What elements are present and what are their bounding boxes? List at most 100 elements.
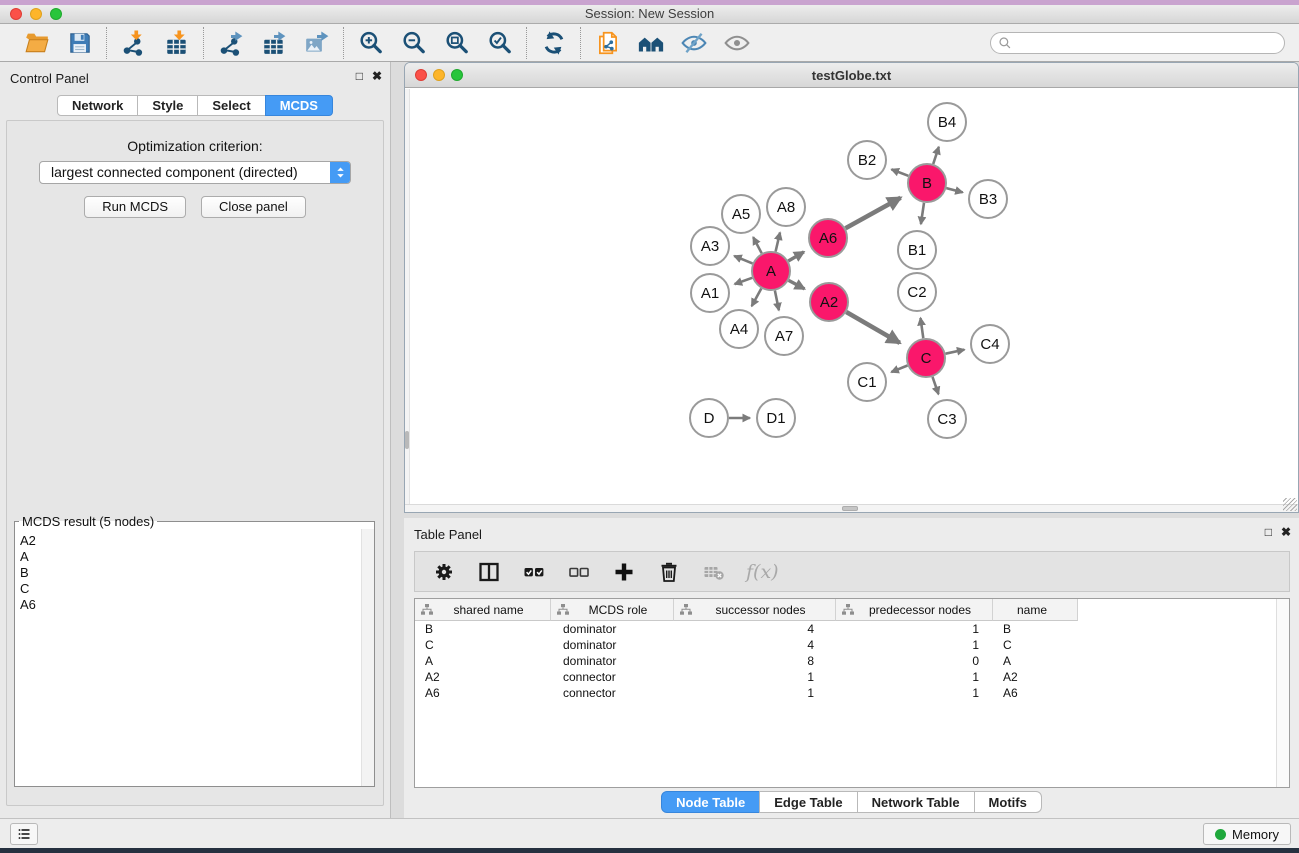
column-header-shared-name[interactable]: shared name xyxy=(415,599,551,621)
table-cell[interactable]: 1 xyxy=(674,685,836,701)
table-cell[interactable]: 0 xyxy=(836,653,993,669)
run-mcds-button[interactable]: Run MCDS xyxy=(84,196,186,218)
table-cell[interactable]: 1 xyxy=(836,685,993,701)
mcds-result-item[interactable]: B xyxy=(20,565,360,581)
edge-A-A6[interactable] xyxy=(788,252,804,261)
tab-node-table[interactable]: Node Table xyxy=(661,791,760,813)
table-cell[interactable]: 1 xyxy=(836,637,993,653)
table-cell[interactable]: A2 xyxy=(415,669,551,685)
import-table-button[interactable] xyxy=(163,29,190,56)
add-button[interactable] xyxy=(611,560,637,584)
edge-A-A1[interactable] xyxy=(735,278,753,284)
edge-A-A4[interactable] xyxy=(752,289,762,307)
deselect-all-button[interactable] xyxy=(566,560,592,584)
edge-A-A3[interactable] xyxy=(734,256,752,264)
column-header-predecessor-nodes[interactable]: predecessor nodes xyxy=(836,599,993,621)
edge-C-C3[interactable] xyxy=(933,377,939,394)
delete-table-button[interactable] xyxy=(701,560,727,584)
clone-network-button[interactable] xyxy=(594,29,621,56)
search-box[interactable] xyxy=(990,32,1285,54)
close-table-panel-icon[interactable]: ✖ xyxy=(1281,525,1291,539)
table-row[interactable]: A6connector11A6 xyxy=(415,685,1289,701)
table-row[interactable]: Bdominator41B xyxy=(415,621,1289,637)
table-cell[interactable]: 4 xyxy=(674,621,836,637)
edge-A-A7[interactable] xyxy=(775,291,779,311)
zoom-in-button[interactable] xyxy=(357,29,384,56)
result-scrollbar[interactable] xyxy=(361,529,374,786)
table-cell[interactable]: 1 xyxy=(836,669,993,685)
edge-A-A8[interactable] xyxy=(776,233,780,252)
close-panel-button[interactable]: Close panel xyxy=(201,196,306,218)
table-cell[interactable]: dominator xyxy=(551,637,674,653)
close-window-button[interactable] xyxy=(10,8,22,20)
tab-select[interactable]: Select xyxy=(197,95,265,116)
window-resize-grip[interactable] xyxy=(1283,498,1297,511)
table-cell[interactable]: A xyxy=(993,653,1078,669)
export-network-button[interactable] xyxy=(217,29,244,56)
table-cell[interactable]: 8 xyxy=(674,653,836,669)
maximize-window-button[interactable] xyxy=(50,8,62,20)
table-scrollbar[interactable] xyxy=(1276,599,1289,787)
table-row[interactable]: A2connector11A2 xyxy=(415,669,1289,685)
search-input[interactable] xyxy=(1012,36,1277,50)
edge-A6-B[interactable] xyxy=(846,198,901,229)
canvas-vertical-scrollbar[interactable] xyxy=(405,89,410,504)
save-session-button[interactable] xyxy=(66,29,93,56)
select-all-button[interactable] xyxy=(521,560,547,584)
table-cell[interactable]: A2 xyxy=(993,669,1078,685)
hide-graphics-details-button[interactable] xyxy=(723,29,750,56)
hscroll-thumb[interactable] xyxy=(842,506,858,511)
minimize-window-button[interactable] xyxy=(30,8,42,20)
edge-A-A2[interactable] xyxy=(789,280,805,289)
vscroll-thumb[interactable] xyxy=(405,431,409,449)
open-file-button[interactable] xyxy=(23,29,50,56)
column-header-name[interactable]: name xyxy=(993,599,1078,621)
table-cell[interactable]: 4 xyxy=(674,637,836,653)
trash-button[interactable] xyxy=(656,560,682,584)
table-cell[interactable]: connector xyxy=(551,669,674,685)
mcds-result-item[interactable]: A xyxy=(20,549,360,565)
column-header-successor-nodes[interactable]: successor nodes xyxy=(674,599,836,621)
first-neighbors-button[interactable] xyxy=(637,29,664,56)
refresh-button[interactable] xyxy=(540,29,567,56)
network-minimize-button[interactable] xyxy=(433,69,445,81)
float-table-panel-icon[interactable]: □ xyxy=(1265,525,1272,539)
task-history-button[interactable] xyxy=(10,823,38,845)
table-cell[interactable]: B xyxy=(415,621,551,637)
close-panel-icon[interactable]: ✖ xyxy=(372,69,382,83)
table-cell[interactable]: B xyxy=(993,621,1078,637)
network-close-button[interactable] xyxy=(415,69,427,81)
tab-network-table[interactable]: Network Table xyxy=(857,791,975,813)
table-cell[interactable]: C xyxy=(993,637,1078,653)
zoom-fit-button[interactable] xyxy=(443,29,470,56)
zoom-out-button[interactable] xyxy=(400,29,427,56)
export-table-button[interactable] xyxy=(260,29,287,56)
network-maximize-button[interactable] xyxy=(451,69,463,81)
mcds-result-item[interactable]: A6 xyxy=(20,597,360,613)
edge-B-B2[interactable] xyxy=(892,169,909,175)
tab-network[interactable]: Network xyxy=(57,95,138,116)
edge-B-B3[interactable] xyxy=(946,188,962,192)
edge-B-B1[interactable] xyxy=(921,203,924,224)
tab-style[interactable]: Style xyxy=(137,95,198,116)
table-cell[interactable]: A xyxy=(415,653,551,669)
tab-edge-table[interactable]: Edge Table xyxy=(759,791,857,813)
export-image-button[interactable] xyxy=(303,29,330,56)
canvas-horizontal-scrollbar[interactable] xyxy=(405,504,1298,512)
float-panel-icon[interactable]: □ xyxy=(356,69,363,83)
mcds-result-item[interactable]: A2 xyxy=(20,533,360,549)
table-cell[interactable]: A6 xyxy=(415,685,551,701)
show-graphics-details-button[interactable] xyxy=(680,29,707,56)
table-row[interactable]: Cdominator41C xyxy=(415,637,1289,653)
edge-C-C4[interactable] xyxy=(946,350,965,354)
edge-B-B4[interactable] xyxy=(933,147,939,164)
tab-motifs[interactable]: Motifs xyxy=(974,791,1042,813)
tab-mcds[interactable]: MCDS xyxy=(265,95,333,116)
table-cell[interactable]: 1 xyxy=(674,669,836,685)
edge-A-A5[interactable] xyxy=(753,237,762,253)
table-cell[interactable]: C xyxy=(415,637,551,653)
zoom-selected-button[interactable] xyxy=(486,29,513,56)
table-cell[interactable]: 1 xyxy=(836,621,993,637)
gear-button[interactable] xyxy=(431,560,457,584)
columns-button[interactable] xyxy=(476,560,502,584)
